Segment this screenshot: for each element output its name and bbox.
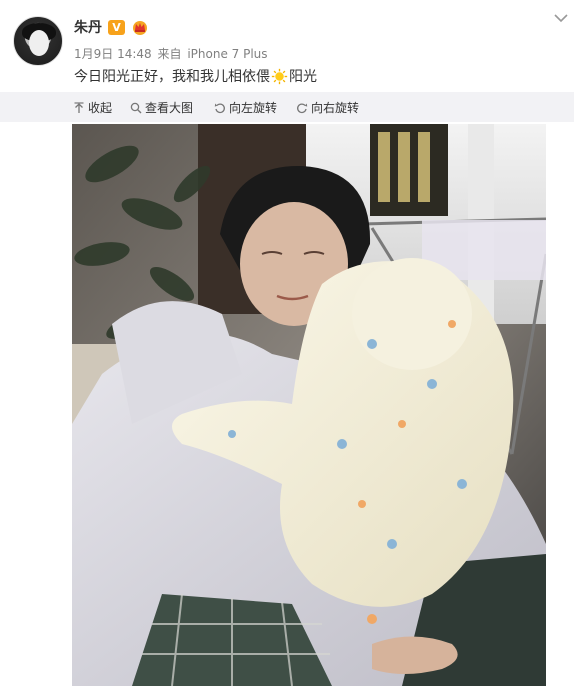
- collapse-label: 收起: [88, 101, 113, 115]
- view-large-button[interactable]: 查看大图: [130, 99, 193, 116]
- sun-icon: [271, 68, 288, 84]
- photo-illustration: [72, 124, 546, 686]
- post-text: 今日阳光正好，我和我儿相依偎 阳光: [74, 66, 317, 86]
- view-large-label: 查看大图: [145, 101, 194, 115]
- collapse-button[interactable]: 收起: [73, 99, 112, 116]
- rotate-left-button[interactable]: 向左旋转: [214, 99, 277, 116]
- rotate-left-label: 向左旋转: [229, 101, 278, 115]
- post-date[interactable]: 1月9日 14:48: [74, 47, 152, 61]
- avatar[interactable]: [13, 16, 63, 66]
- rotate-right-icon: [297, 102, 308, 113]
- post-source[interactable]: iPhone 7 Plus: [187, 47, 267, 61]
- magnifier-icon: [130, 102, 142, 113]
- collapse-icon: [74, 101, 84, 113]
- rotate-right-button[interactable]: 向右旋转: [296, 99, 359, 116]
- rotate-left-icon: [214, 102, 225, 113]
- verified-badge-icon[interactable]: V: [108, 19, 125, 35]
- post-photo[interactable]: [72, 124, 546, 686]
- post-text-part-1: 今日阳光正好，我和我儿相依偎: [74, 69, 270, 85]
- weibo-post: 朱丹 V 1月9日 14:48 来自 iPhone 7 Plus 今日阳光正好，…: [0, 0, 574, 686]
- chevron-down-icon[interactable]: [553, 12, 569, 24]
- image-toolbar: 收起 查看大图 向左旋转 向右旋转: [0, 92, 574, 122]
- username[interactable]: 朱丹: [74, 17, 102, 37]
- post-meta: 1月9日 14:48 来自 iPhone 7 Plus: [74, 45, 268, 62]
- post-text-part-2: 阳光: [289, 69, 317, 85]
- avatar-face: [29, 30, 49, 56]
- rotate-right-label: 向右旋转: [311, 101, 360, 115]
- source-prefix: 来自: [157, 47, 182, 61]
- name-row: 朱丹 V: [74, 17, 149, 37]
- crown-icon[interactable]: [131, 19, 149, 35]
